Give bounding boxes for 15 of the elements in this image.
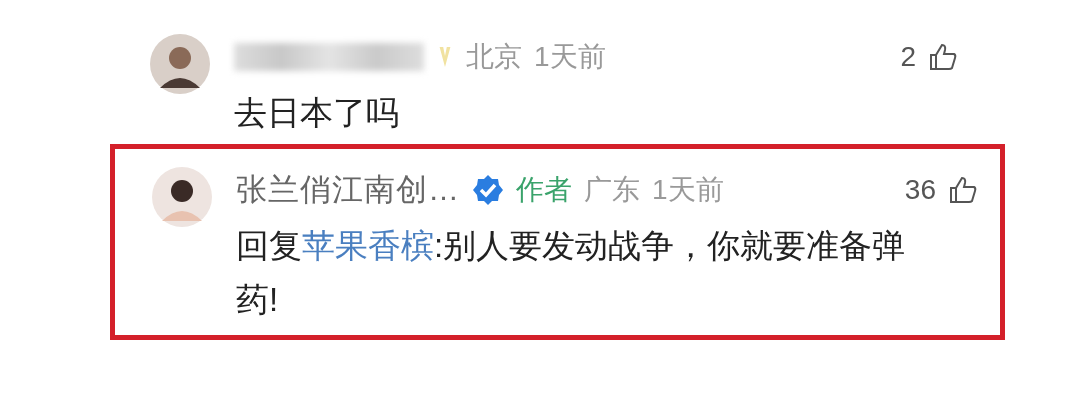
like-count: 2: [900, 41, 916, 73]
thumbs-up-icon[interactable]: [928, 42, 958, 72]
location: 北京: [466, 40, 522, 74]
timestamp: 1天前: [534, 40, 606, 74]
avatar[interactable]: [152, 167, 212, 227]
comment-text: 去日本了吗: [234, 93, 400, 133]
author-tag: 作者: [516, 171, 572, 209]
avatar[interactable]: [150, 34, 210, 94]
comment-text: 回复苹果香槟:别人要发动战争，你就要准备弹药!: [236, 226, 907, 320]
location: 广东: [584, 173, 640, 207]
reply-username-link[interactable]: 苹果香槟: [302, 227, 434, 264]
like-count: 36: [904, 174, 936, 206]
timestamp: 1天前: [652, 173, 724, 207]
username[interactable]: 张兰俏江南创…: [236, 169, 460, 211]
thumbs-up-icon[interactable]: [948, 175, 978, 205]
